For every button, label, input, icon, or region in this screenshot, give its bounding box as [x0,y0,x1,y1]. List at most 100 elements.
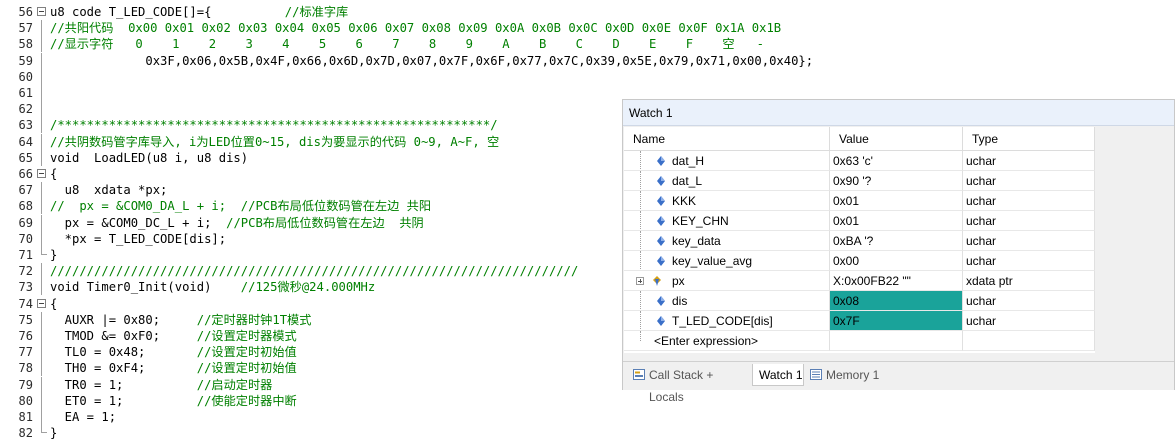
watch-row[interactable]: dat_H 0x63 'c' uchar [624,151,1095,171]
column-header-value[interactable]: Value [830,127,963,151]
watch-row[interactable]: T_LED_CODE[dis] 0x7F uchar [624,311,1095,331]
line-number: 70 [18,231,33,246]
watch-type-cell: uchar [963,251,1095,271]
watch-name-cell[interactable]: dis [624,291,830,311]
code-text: TH0 = 0xF4; //设置定时初始值 [50,360,297,376]
watch-name-cell[interactable]: dat_H [624,151,830,171]
line-number: 69 [18,215,33,230]
code-line[interactable]: 57 //共阳代码 0x00 0x01 0x02 0x03 0x04 0x05 0… [0,20,1175,37]
line-number: 56 [18,5,33,19]
tab-watch-1[interactable]: Watch 1 [752,364,804,386]
code-line[interactable]: 82} [0,425,1175,441]
variable-icon [657,236,665,246]
line-number: 62 [18,102,33,117]
expand-icon[interactable] [636,277,644,285]
code-statement: TMOD &= 0xF0; [50,329,161,343]
code-statement: ET0 = 1; [50,393,124,408]
column-header-name[interactable]: Name [624,127,830,151]
line-number: 81 [18,410,33,424]
fold-guide [41,263,42,280]
code-statement: EA = 1; [50,410,117,424]
code-text: TMOD &= 0xF0; //设置定时器模式 [50,328,297,344]
watch-type-cell: uchar [963,291,1095,311]
line-number: 80 [18,393,33,408]
watch-value-cell[interactable]: 0x01 [830,191,963,211]
watch-grid[interactable]: Name Value Type dat_H 0x63 'c' uchar dat_L 0… [624,127,1095,353]
fold-guide [41,52,42,69]
watch-name-cell[interactable]: px [624,271,830,291]
watch-row[interactable]: dis 0x08 uchar [624,291,1095,311]
watch-name-cell[interactable]: <Enter expression> [624,331,830,351]
fold-collapse-icon[interactable] [37,169,46,178]
code-text: //共阴数码管字库导入, i为LED位置0~15, dis为要显示的代码 0~9… [50,134,499,150]
fold-collapse-icon[interactable] [37,7,46,16]
watch-value-cell[interactable]: 0x90 '? [830,171,963,191]
watch-type-cell: xdata ptr [963,271,1095,291]
fold-guide [41,392,42,409]
code-comment: //设置定时初始值 [145,345,297,360]
fold-guide [41,230,42,247]
watch-value-cell[interactable]: 0x7F [830,311,963,331]
tab-memory-1[interactable]: Memory 1 [806,364,886,386]
code-text: /***************************************… [50,117,498,133]
enter-expression-input[interactable]: <Enter expression> [654,334,758,348]
code-comment: //显示字符 0 1 2 3 4 5 6 7 8 9 A B C D E F 空… [50,37,764,52]
watch-type-cell: uchar [963,151,1095,171]
watch-variable-name: key_data [672,234,721,248]
watch-row[interactable]: px X:0x00FB22 "" xdata ptr [624,271,1095,291]
watch-name-cell[interactable]: dat_L [624,171,830,191]
tree-line [640,311,642,330]
watch-name-cell[interactable]: KKK [624,191,830,211]
watch-row[interactable]: KEY_CHN 0x01 uchar [624,211,1095,231]
tree-line [640,171,642,190]
watch-variable-name: KKK [672,194,697,208]
watch-row[interactable]: dat_L 0x90 '? uchar [624,171,1095,191]
fold-guide [41,409,42,425]
watch-name-cell[interactable]: T_LED_CODE[dis] [624,311,830,331]
code-line[interactable]: 56 u8 code T_LED_CODE[]={ //标准字库 [0,4,1175,20]
tab-call-stack-locals[interactable]: Call Stack + Locals [629,364,749,404]
watch-window[interactable]: Watch 1 Name Value Type dat_H 0x63 'c' uch… [622,99,1175,404]
fold-guide [41,36,42,53]
watch-name-cell[interactable]: KEY_CHN [624,211,830,231]
line-number: 75 [18,312,33,327]
line-number: 71 [18,248,33,262]
line-number: 82 [18,426,33,441]
column-header-type[interactable]: Type [963,127,1095,151]
code-line[interactable]: 59 0x3F,0x06,0x5B,0x4F,0x66,0x6D,0x7D,0x… [0,52,1175,69]
variable-icon [657,176,665,186]
watch-row[interactable]: KKK 0x01 uchar [624,191,1095,211]
variable-icon [657,156,665,166]
fold-guide [41,149,42,166]
watch-value-cell[interactable]: X:0x00FB22 "" [830,271,963,291]
code-text: { [50,166,57,182]
code-comment: //共阴数码管字库导入, i为LED位置0~15, dis为要显示的代码 0~9… [50,134,500,149]
watch-value-cell[interactable]: 0xBA '? [830,231,963,251]
code-statement: } [50,248,58,262]
watch-value-cell[interactable]: 0x00 [830,251,963,271]
enter-expression-row[interactable]: <Enter expression> [624,331,1095,351]
code-text: //显示字符 0 1 2 3 4 5 6 7 8 9 A B C D E F 空… [50,36,764,52]
code-statement: { [50,296,58,311]
code-line[interactable]: 81 EA = 1; [0,409,1175,425]
tree-line [640,151,642,170]
line-number: 65 [18,150,33,165]
watch-name-cell[interactable]: key_value_avg [624,251,830,271]
code-line[interactable]: 60 [0,68,1175,85]
watch-row[interactable]: key_data 0xBA '? uchar [624,231,1095,251]
fold-collapse-icon[interactable] [37,298,46,308]
tab-label: Memory 1 [826,368,880,382]
watch-value-cell[interactable]: 0x01 [830,211,963,231]
watch-variable-name: dat_H [672,154,705,168]
code-comment: // px = &COM0_DA_L + i; //PCB布局低位数码管在左边 … [50,199,432,214]
watch-name-cell[interactable]: key_data [624,231,830,251]
fold-guide [41,85,42,101]
code-line[interactable]: 58 //显示字符 0 1 2 3 4 5 6 7 8 9 A B C D E F… [0,36,1175,53]
watch-value-cell[interactable]: 0x08 [830,291,963,311]
code-statement: void LoadLED(u8 i, u8 dis) [50,150,249,165]
code-line[interactable]: 80 ET0 = 1; //使能定时器中断 [0,392,1175,409]
watch-value-cell[interactable]: 0x63 'c' [830,151,963,171]
watch-row[interactable]: key_value_avg 0x00 uchar [624,251,1095,271]
line-number: 74 [18,296,33,311]
code-comment: //设置定时初始值 [145,361,297,376]
